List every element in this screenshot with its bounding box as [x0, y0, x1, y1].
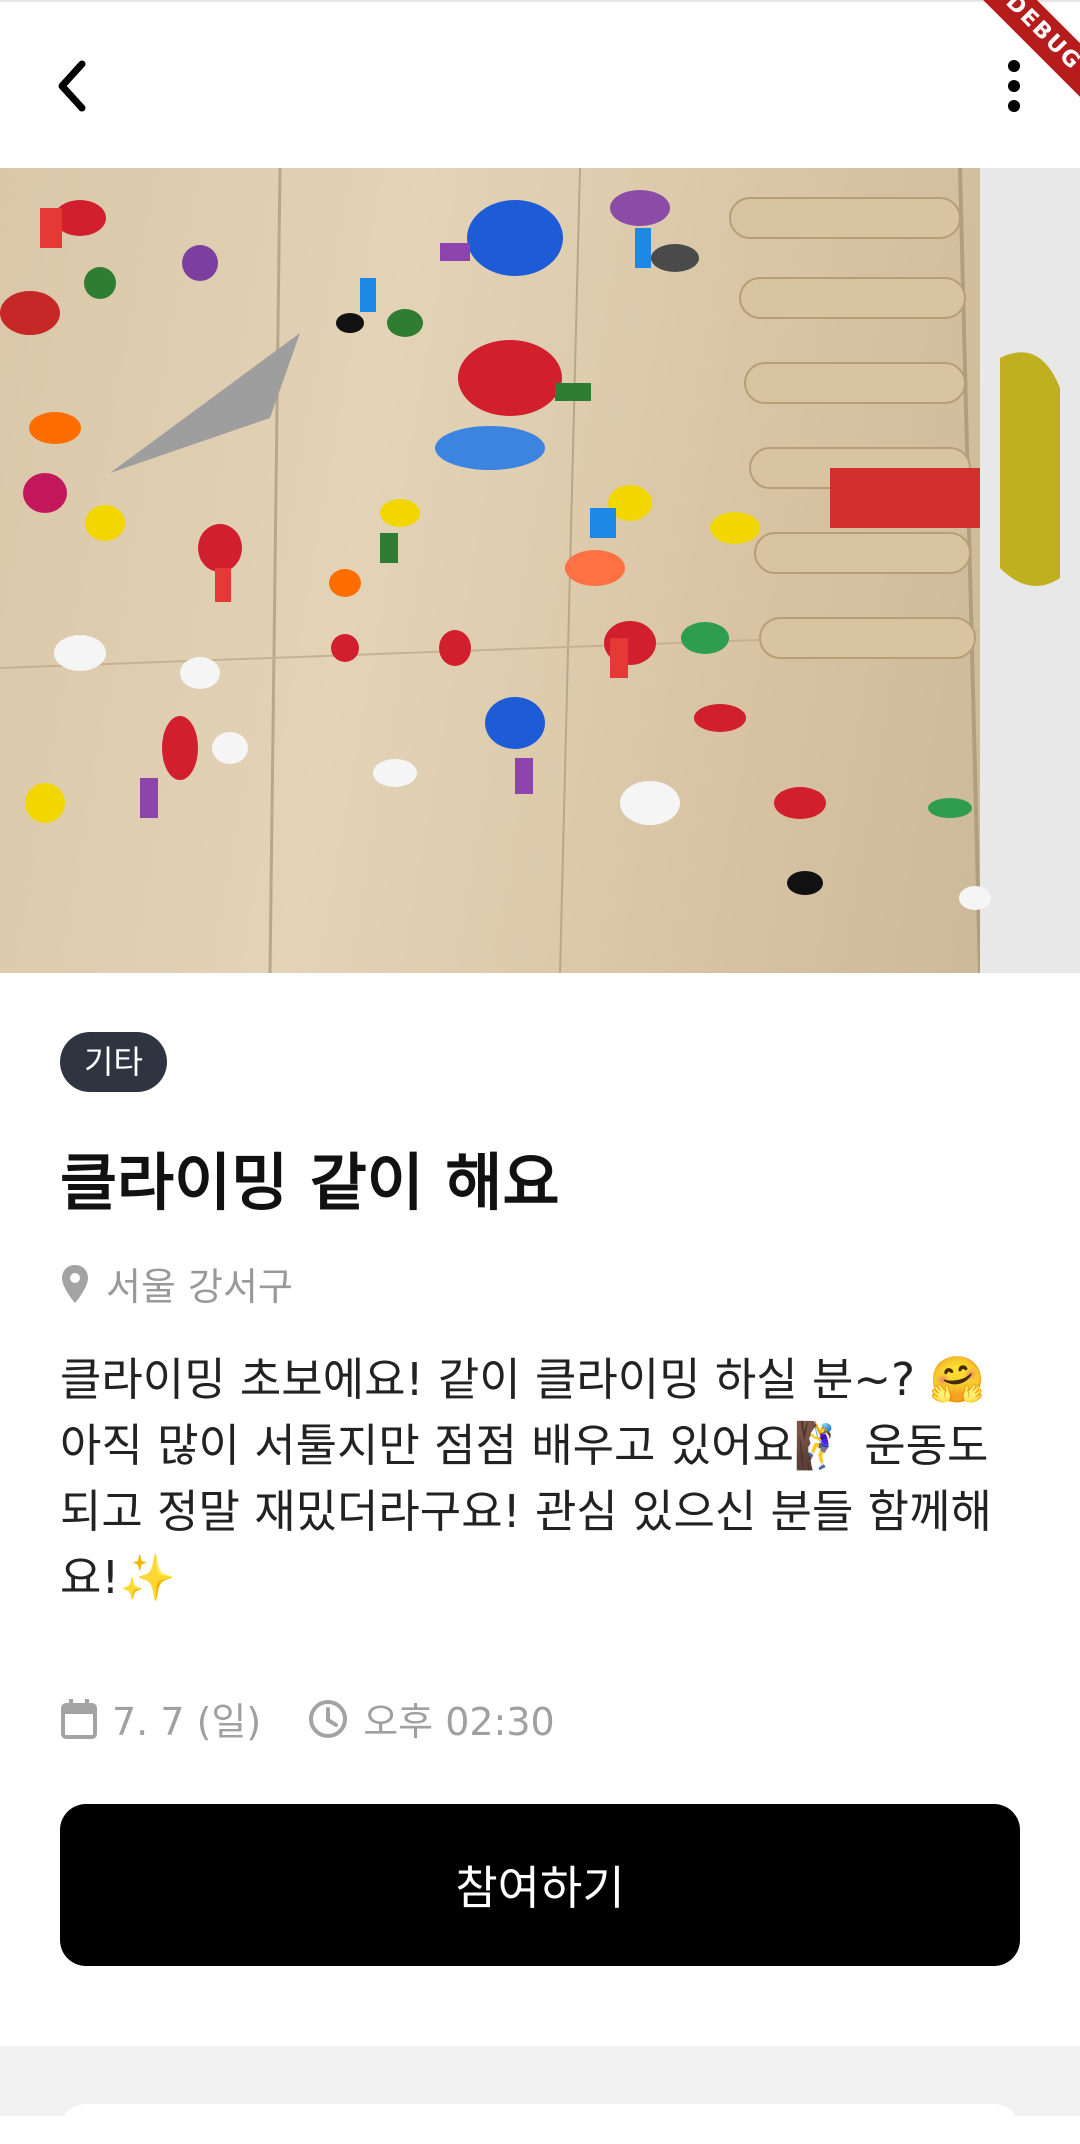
hero-image	[0, 168, 1080, 973]
location-text: 서울 강서구	[106, 1265, 293, 1309]
clock-icon	[309, 1699, 348, 1738]
more-options-button[interactable]	[984, 46, 1044, 126]
post-body: 클라이밍 초보에요! 같이 클라이밍 하실 분~? 🤗 아직 많이 서툴지만 점…	[60, 1353, 992, 1604]
location-pin-icon	[62, 1264, 88, 1303]
location-row: 서울 강서구	[60, 1256, 1020, 1311]
post-title: 클라이밍 같이 해요	[60, 1146, 560, 1219]
app-bar: DEBUG	[0, 0, 1080, 168]
back-button[interactable]	[52, 46, 122, 126]
category-chip: 기타	[60, 1032, 167, 1092]
schedule-row: 7. 7 (일) 오후 02:30	[60, 1691, 1020, 1746]
time-item: 오후 02:30	[307, 1691, 555, 1746]
comments-card	[60, 2104, 1020, 2144]
time-text: 오후 02:30	[363, 1700, 555, 1744]
climbing-wall-photo	[0, 168, 1080, 973]
date-text: 7. 7 (일)	[112, 1700, 262, 1744]
more-vertical-icon	[1008, 60, 1020, 112]
chevron-left-icon	[58, 60, 86, 112]
calendar-icon	[61, 1698, 97, 1739]
date-item: 7. 7 (일)	[60, 1691, 261, 1746]
post-content: 기타 클라이밍 같이 해요 서울 강서구 클라이밍 초보에요! 같이 클라이밍 …	[60, 1032, 1020, 1746]
join-button[interactable]: 참여하기	[60, 1804, 1020, 1966]
